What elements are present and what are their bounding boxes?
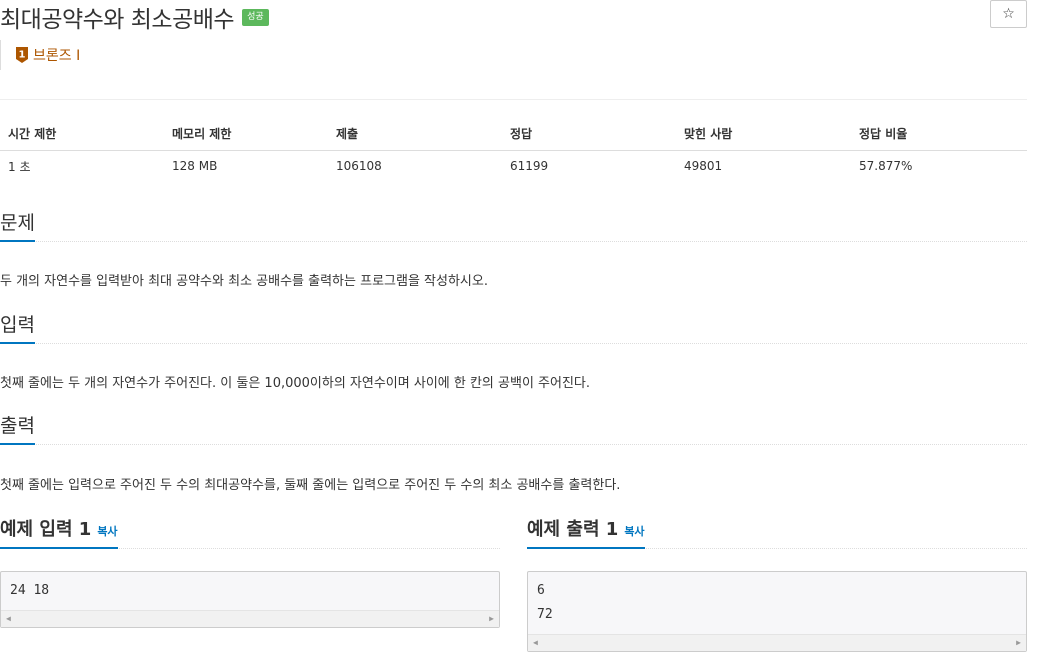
submissions-value: 106108 [336, 159, 382, 174]
description-text: 두 개의 자연수를 입력받아 최대 공약수와 최소 공배수를 출력하는 프로그램… [0, 274, 488, 289]
table-header-row: 시간 제한 메모리 제한 제출 정답 맞힌 사람 정답 비율 [0, 118, 1027, 151]
header-time-limit: 시간 제한 [0, 118, 164, 151]
sample-input-section: 예제 입력 1 복사 24 18 ◀ ▶ [0, 511, 500, 628]
tier-level-text: 1 [19, 50, 26, 61]
scroll-left-icon[interactable]: ◀ [533, 638, 538, 647]
tier-bronze-icon: 1 [16, 47, 28, 63]
sample-output-line: 72 [537, 607, 553, 622]
sample-output-box[interactable]: 6 72 ◀ ▶ [527, 571, 1027, 652]
sample-output-title: 예제 출력 1 복사 [527, 515, 645, 549]
section-header: 문제 [0, 210, 1027, 242]
section-header: 입력 [0, 312, 1027, 344]
horizontal-scrollbar[interactable]: ◀ ▶ [528, 634, 1026, 651]
sample-input-line: 24 18 [10, 583, 50, 598]
section-title-output: 출력 [0, 416, 35, 445]
table-row: 1 초 128 MB 106108 61199 49801 57.877% [0, 150, 1027, 182]
result-badge: 성공 [242, 8, 269, 26]
input-section: 입력 첫째 줄에는 두 개의 자연수가 주어진다. 이 둘은 10,000이하의… [0, 312, 1027, 391]
problem-info-table: 시간 제한 메모리 제한 제출 정답 맞힌 사람 정답 비율 1 초 128 M… [0, 118, 1027, 182]
page-title: 최대공약수와 최소공배수 [0, 7, 235, 33]
divider [0, 99, 1027, 100]
solved-users-value: 49801 [684, 159, 723, 174]
output-section: 출력 첫째 줄에는 입력으로 주어진 두 수의 최대공약수를, 둘째 줄에는 입… [0, 413, 1027, 493]
star-button[interactable]: ☆ [990, 0, 1027, 28]
sample-output-title-text: 예제 출력 1 [527, 519, 619, 540]
header-accepted: 정답 [502, 118, 676, 151]
section-header: 예제 출력 1 복사 [527, 511, 1027, 549]
output-text: 첫째 줄에는 입력으로 주어진 두 수의 최대공약수를, 둘째 줄에는 입력으로… [0, 478, 621, 493]
section-header: 출력 [0, 413, 1027, 445]
scroll-left-icon[interactable]: ◀ [6, 614, 11, 623]
header-accept-ratio: 정답 비율 [851, 118, 1027, 151]
copy-sample-input-button[interactable]: 복사 [97, 525, 117, 538]
sample-input-box[interactable]: 24 18 ◀ ▶ [0, 571, 500, 628]
accept-ratio-value: 57.877% [859, 159, 913, 174]
sample-input-title-text: 예제 입력 1 [0, 519, 92, 540]
sample-input-title: 예제 입력 1 복사 [0, 515, 118, 549]
input-text: 첫째 줄에는 두 개의 자연수가 주어진다. 이 둘은 10,000이하의 자연… [0, 376, 591, 391]
accepted-value: 61199 [510, 159, 549, 174]
section-header: 예제 입력 1 복사 [0, 511, 500, 549]
star-icon: ☆ [1002, 6, 1015, 22]
time-limit-value: 1 초 [8, 159, 31, 174]
problem-description-section: 문제 두 개의 자연수를 입력받아 최대 공약수와 최소 공배수를 출력하는 프… [0, 210, 1027, 289]
sample-output-line: 6 [537, 583, 545, 598]
scroll-right-icon[interactable]: ▶ [1016, 638, 1021, 647]
sample-output-section: 예제 출력 1 복사 6 72 ◀ ▶ [527, 511, 1027, 652]
section-title-input: 입력 [0, 315, 35, 344]
header-memory-limit: 메모리 제한 [164, 118, 328, 151]
scroll-right-icon[interactable]: ▶ [489, 614, 494, 623]
header-solved-users: 맞힌 사람 [676, 118, 851, 151]
memory-limit-value: 128 MB [172, 159, 218, 174]
copy-sample-output-button[interactable]: 복사 [624, 525, 644, 538]
tier-label: 브론즈 I [33, 48, 81, 64]
header-submissions: 제출 [328, 118, 502, 151]
horizontal-scrollbar[interactable]: ◀ ▶ [1, 610, 499, 627]
tier-indicator[interactable]: 1 브론즈 I [0, 40, 80, 70]
section-title-description: 문제 [0, 213, 35, 242]
problem-header: 최대공약수와 최소공배수 성공 [0, 0, 269, 34]
